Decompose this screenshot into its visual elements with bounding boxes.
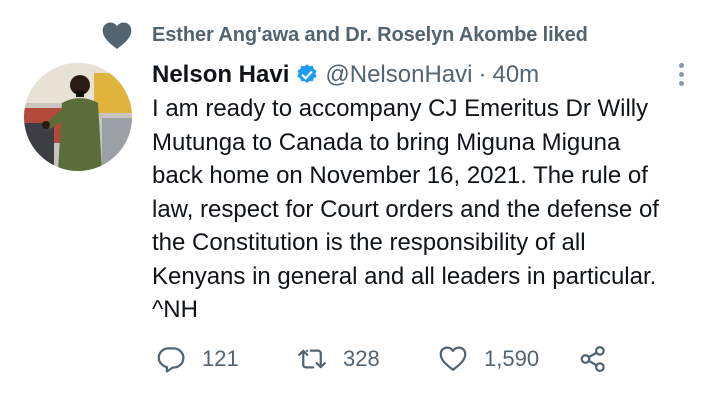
heart-icon — [100, 20, 134, 50]
tweet-header: Nelson Havi @NelsonHavi · 40m — [152, 58, 539, 92]
reply-count: 121 — [202, 346, 239, 371]
tweet-text-line: the Constitution is the responsibility o… — [152, 229, 586, 256]
retweet-button[interactable]: 328 — [297, 339, 380, 379]
tweet-text-line: Kenyans in general and all leaders in pa… — [152, 262, 657, 290]
like-button[interactable]: 1,590 — [438, 339, 539, 379]
tweet-actions: 121 328 1,590 — [152, 339, 672, 379]
share-icon — [578, 344, 608, 374]
tweet-text-line: law, respect for Court orders and the de… — [152, 195, 659, 223]
tweet-text-line: I am ready to accompany CJ Emeritus Dr W… — [152, 95, 649, 122]
retweet-count: 328 — [343, 346, 380, 371]
author-name[interactable]: Nelson Havi — [152, 61, 289, 89]
verified-badge-icon — [289, 63, 325, 87]
retweet-icon — [297, 344, 327, 374]
more-options-icon[interactable] — [676, 60, 686, 90]
social-context-label: Esther Ang'awa and Dr. Roselyn Akombe li… — [152, 24, 588, 46]
timestamp[interactable]: 40m — [492, 61, 539, 89]
avatar[interactable] — [24, 63, 132, 171]
tweet-text: I am ready to accompany CJ Emeritus Dr W… — [152, 92, 712, 327]
separator-dot: · — [478, 61, 487, 88]
reply-icon — [156, 344, 186, 374]
author-handle[interactable]: @NelsonHavi — [325, 61, 472, 89]
like-count: 1,590 — [484, 346, 540, 371]
share-button[interactable] — [578, 339, 608, 379]
heart-outline-icon — [438, 344, 468, 374]
social-context[interactable]: Esther Ang'awa and Dr. Roselyn Akombe li… — [100, 18, 588, 52]
tweet-text-line: back home on November 16, 2021. The rule… — [152, 162, 648, 189]
tweet-text-line: ^NH — [152, 296, 198, 323]
reply-button[interactable]: 121 — [156, 339, 239, 379]
tweet-text-line: Mutunga to Canada to bring Miguna Miguna — [152, 128, 621, 156]
